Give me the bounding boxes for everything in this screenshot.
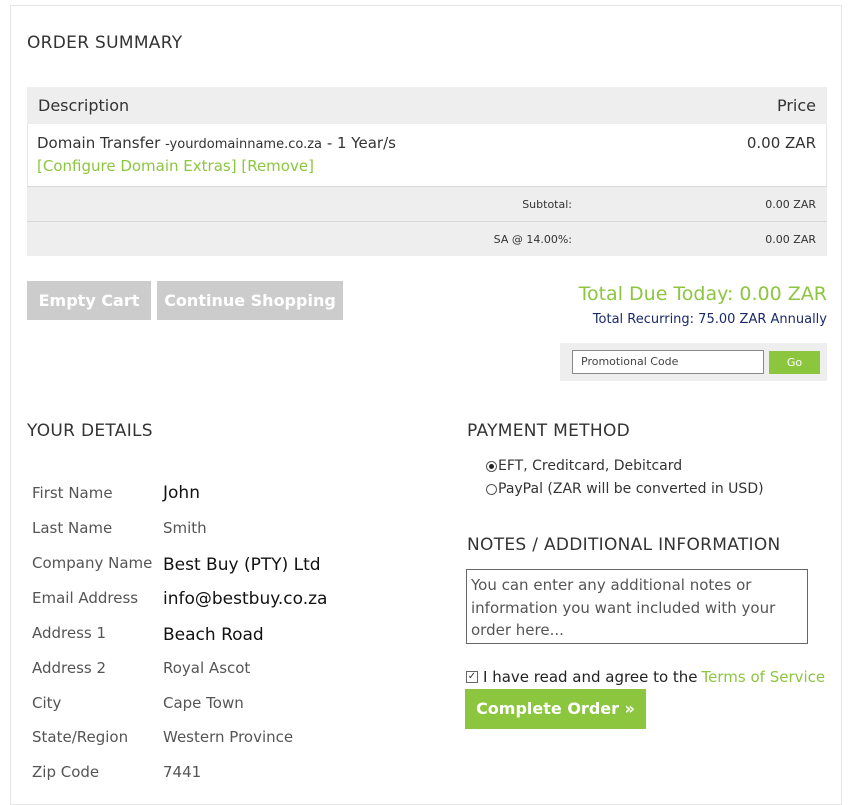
item-name: Domain Transfer [37, 134, 161, 152]
city-value: Cape Town [163, 694, 244, 712]
payment-method-title: PAYMENT METHOD [467, 421, 631, 441]
remove-item-link[interactable]: [Remove] [241, 157, 314, 175]
configure-domain-extras-link[interactable]: [Configure Domain Extras] [37, 157, 237, 175]
cart-item-row: Domain Transfer -yourdomainname.co.za - … [27, 124, 827, 186]
terms-agreement: ✓ I have read and agree to the Terms of … [466, 668, 825, 686]
subtotal-value: 0.00 ZAR [765, 198, 816, 211]
item-domain: -yourdomainname.co.za [165, 137, 323, 152]
payment-option-paypal[interactable]: PayPal (ZAR will be converted in USD) [486, 481, 764, 497]
first-name-label: First Name [32, 484, 113, 502]
first-name-value: John [163, 483, 200, 503]
address1-label: Address 1 [32, 624, 107, 642]
terms-agreement-text: I have read and agree to the [483, 668, 698, 686]
last-name-value: Smith [163, 519, 207, 537]
notes-textarea[interactable]: You can enter any additional notes or in… [466, 569, 808, 644]
cart-table: Description Price Domain Transfer -yourd… [27, 87, 827, 256]
promo-code-input[interactable]: Promotional Code [572, 350, 764, 374]
total-recurring: Total Recurring: 75.00 ZAR Annually [592, 312, 827, 327]
company-name-label: Company Name [32, 554, 153, 572]
order-summary-title: ORDER SUMMARY [27, 33, 183, 53]
payment-option-paypal-label: PayPal (ZAR will be converted in USD) [498, 481, 764, 497]
email-address-label: Email Address [32, 589, 139, 607]
checkbox-checked-icon[interactable]: ✓ [466, 671, 478, 683]
item-price: 0.00 ZAR [746, 134, 816, 152]
state-region-label: State/Region [32, 728, 129, 746]
terms-of-service-link[interactable]: Terms of Service [702, 668, 826, 686]
tax-row: SA @ 14.00%: 0.00 ZAR [27, 221, 827, 256]
total-due-today: Total Due Today: 0.00 ZAR [578, 283, 827, 305]
cart-header: Description Price [27, 87, 827, 124]
your-details-title: YOUR DETAILS [27, 421, 153, 441]
complete-order-button[interactable]: Complete Order » [465, 689, 646, 729]
promo-code-box: Promotional Code Go [560, 343, 827, 381]
item-links: [Configure Domain Extras] [Remove] [37, 157, 314, 175]
city-label: City [32, 694, 62, 712]
zip-code-value: 7441 [163, 763, 202, 781]
item-term: - 1 Year/s [326, 134, 396, 152]
description-header: Description [38, 96, 130, 115]
radio-selected-icon[interactable] [486, 460, 497, 472]
payment-option-eft-label: EFT, Creditcard, Debitcard [498, 458, 683, 474]
address1-value: Beach Road [163, 625, 264, 645]
notes-title: NOTES / ADDITIONAL INFORMATION [467, 535, 781, 555]
email-address-value: info@bestbuy.co.za [163, 589, 328, 609]
tax-label: SA @ 14.00%: [493, 233, 572, 246]
company-name-value: Best Buy (PTY) Ltd [163, 555, 321, 575]
tax-value: 0.00 ZAR [765, 233, 816, 246]
subtotal-label: Subtotal: [522, 198, 572, 211]
address2-value: Royal Ascot [163, 659, 251, 677]
radio-unselected-icon[interactable] [486, 483, 497, 495]
item-name-line: Domain Transfer -yourdomainname.co.za - … [37, 134, 396, 152]
empty-cart-button[interactable]: Empty Cart [27, 281, 151, 320]
promo-go-button[interactable]: Go [769, 351, 820, 374]
zip-code-label: Zip Code [32, 763, 100, 781]
payment-option-eft[interactable]: EFT, Creditcard, Debitcard [486, 458, 682, 474]
subtotal-row: Subtotal: 0.00 ZAR [27, 186, 827, 221]
state-region-value: Western Province [163, 728, 294, 746]
price-header: Price [776, 96, 816, 115]
address2-label: Address 2 [32, 659, 107, 677]
last-name-label: Last Name [32, 519, 113, 537]
continue-shopping-button[interactable]: Continue Shopping [157, 281, 343, 320]
